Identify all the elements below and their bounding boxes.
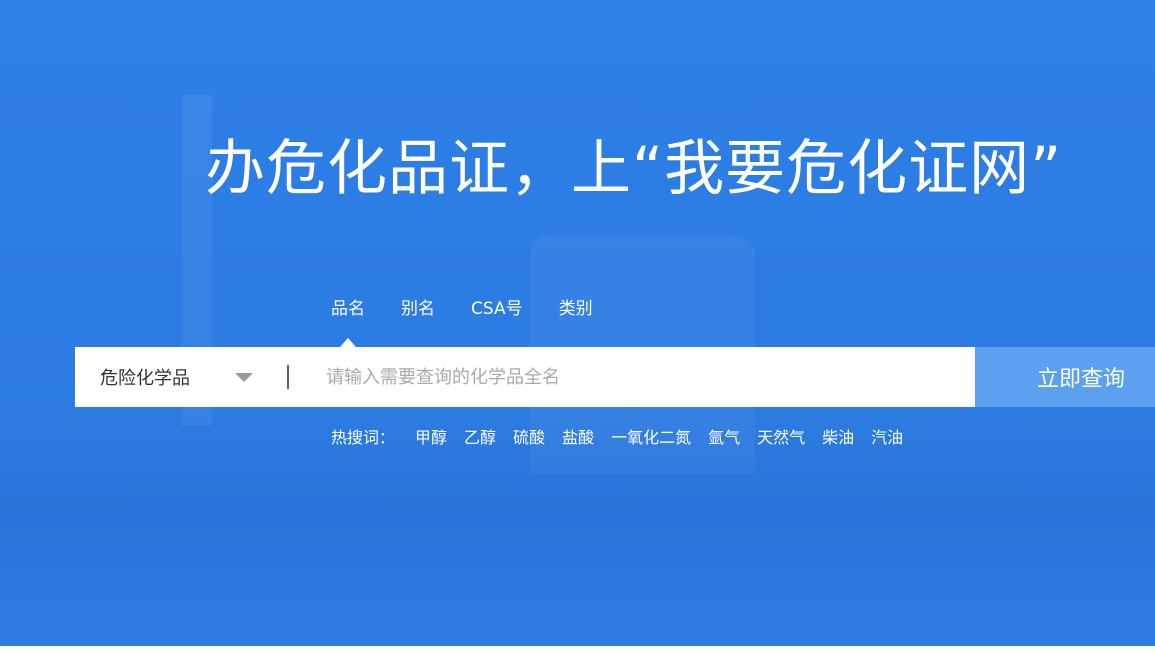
- hot-term-sulfuric-acid[interactable]: 硫酸: [513, 424, 545, 448]
- hot-search-row: 热搜词： 甲醇 乙醇 硫酸 盐酸 一氧化二氮 氩气 天然气 柴油 汽油: [331, 424, 920, 448]
- hot-term-nitrous-oxide[interactable]: 一氧化二氮: [611, 424, 691, 448]
- caret-down-icon: [235, 372, 253, 382]
- hot-term-methanol[interactable]: 甲醇: [415, 424, 447, 448]
- hot-term-ethanol[interactable]: 乙醇: [464, 424, 496, 448]
- category-dropdown[interactable]: 危险化学品: [75, 347, 287, 407]
- hot-term-argon[interactable]: 氩气: [708, 424, 740, 448]
- hot-search-label: 热搜词：: [331, 428, 396, 447]
- search-type-tabs: 品名 别名 CSA号 类别: [331, 296, 629, 347]
- hero-headline: 办危化品证，上“我要危化证网”: [205, 134, 1063, 204]
- hero-banner: 办危化品证，上“我要危化证网” 品名 别名 CSA号 类别 危险化学品 立即查询…: [0, 0, 1155, 669]
- search-button[interactable]: 立即查询: [975, 347, 1155, 407]
- category-selected-label: 危险化学品: [100, 368, 190, 389]
- search-bar: 危险化学品 立即查询: [75, 347, 1155, 407]
- hot-term-natural-gas[interactable]: 天然气: [757, 424, 805, 448]
- tab-category[interactable]: 类别: [559, 296, 593, 322]
- hot-term-diesel[interactable]: 柴油: [822, 424, 854, 448]
- tab-alias[interactable]: 别名: [401, 296, 435, 322]
- search-input[interactable]: [289, 347, 975, 407]
- tab-product-name[interactable]: 品名: [331, 296, 365, 347]
- page-bottom-strip: [0, 646, 1155, 669]
- hot-term-hydrochloric-acid[interactable]: 盐酸: [562, 424, 594, 448]
- hot-term-gasoline[interactable]: 汽油: [871, 424, 903, 448]
- tab-csa-number[interactable]: CSA号: [471, 296, 523, 322]
